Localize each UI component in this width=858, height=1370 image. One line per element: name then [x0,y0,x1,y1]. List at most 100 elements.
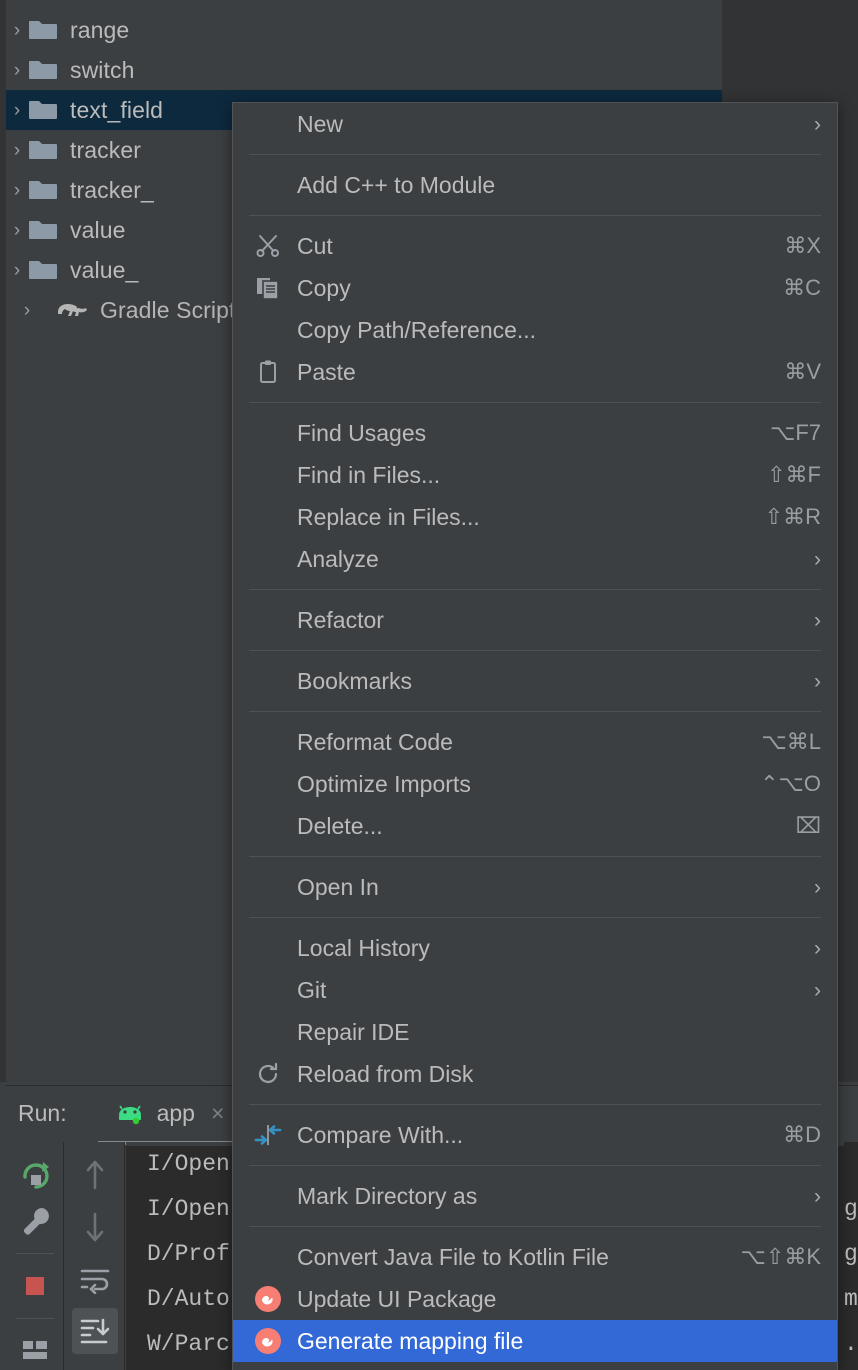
menu-item-bookmarks[interactable]: Bookmarks › [233,660,837,702]
tree-row-switch[interactable]: › switch [6,50,722,90]
menu-item-optimize-imports[interactable]: Optimize Imports ⌃⌥O [233,763,837,805]
console-line-fragment: g [844,1241,858,1267]
scroll-to-end-icon[interactable] [71,1308,118,1354]
menu-item-shortcut: ⌃⌥O [760,771,821,796]
menu-item-open-in[interactable]: Open In › [233,866,837,908]
menu-item-label: Find in Files... [297,461,441,488]
stop-button[interactable] [12,1266,58,1306]
submenu-arrow-icon: › [814,608,821,632]
menu-item-mark-directory-as[interactable]: Mark Directory as › [233,1175,837,1217]
arrow-down-icon[interactable] [72,1204,118,1250]
folder-icon [28,0,58,2]
menu-item-label: Reformat Code [297,728,453,755]
tree-label: range [70,16,130,43]
menu-item-add-cpp-to-module[interactable]: Add C++ to Module [233,164,837,206]
menu-item-label: Open In [297,873,379,900]
menu-separator [249,711,821,712]
layout-button[interactable] [12,1330,58,1370]
menu-item-shortcut: ⌘D [783,1122,821,1147]
menu-item-new[interactable]: New › [233,103,837,145]
chevron-right-icon[interactable]: › [6,221,28,240]
menu-item-git[interactable]: Git › [233,969,837,1011]
reload-icon [251,1057,285,1091]
submenu-arrow-icon: › [814,936,821,960]
ide-window: › › range › switch › text_field [0,0,858,1370]
menu-icon-placeholder [251,1179,285,1213]
menu-item-label: Repair IDE [297,1018,410,1045]
folder-icon [28,258,58,282]
menu-icon-placeholder [251,1015,285,1049]
run-toolbar-primary [6,1142,64,1370]
submenu-arrow-icon: › [814,1184,821,1208]
menu-icon-placeholder [251,168,285,202]
menu-item-label: Refactor [297,606,384,633]
menu-item-label: Compare With... [297,1121,464,1148]
plugin-icon [251,1324,285,1358]
chevron-right-icon[interactable]: › [6,21,28,40]
tree-label: Gradle Scripts [100,296,248,323]
menu-item-paste[interactable]: Paste ⌘V [233,351,837,393]
run-tab-app[interactable]: app × [113,1100,224,1127]
menu-separator [249,215,821,216]
menu-item-label: Update UI Package [297,1285,497,1312]
chevron-right-icon[interactable]: › [6,141,28,160]
menu-item-shortcut: ⌘C [783,275,821,300]
menu-item-label: New [297,110,344,137]
menu-item-copy[interactable]: Copy ⌘C [233,267,837,309]
chevron-right-icon[interactable]: › [6,101,28,120]
menu-icon-placeholder [251,313,285,347]
wrench-icon[interactable] [12,1202,58,1242]
submenu-arrow-icon: › [814,875,821,899]
menu-item-find-usages[interactable]: Find Usages ⌥F7 [233,412,837,454]
arrow-up-icon[interactable] [72,1152,118,1198]
menu-item-update-ui-package[interactable]: Update UI Package [233,1278,837,1320]
copy-icon [251,271,285,305]
menu-item-label: Add C++ to Module [297,171,496,198]
chevron-right-icon[interactable]: › [16,301,38,320]
menu-item-find-in-files[interactable]: Find in Files... ⇧⌘F [233,454,837,496]
menu-item-label: Convert Java File to Kotlin File [297,1243,609,1270]
rerun-button[interactable] [12,1154,58,1194]
menu-icon-placeholder [251,973,285,1007]
run-title: Run: [18,1100,67,1126]
menu-icon-placeholder [251,664,285,698]
menu-item-cut[interactable]: Cut ⌘X [233,225,837,267]
menu-item-reload-from-disk[interactable]: Reload from Disk [233,1053,837,1095]
chevron-right-icon[interactable]: › [6,181,28,200]
menu-item-generate-mapping-file[interactable]: Generate mapping file [233,1320,837,1362]
menu-item-copy-path-reference[interactable]: Copy Path/Reference... [233,309,837,351]
menu-icon-placeholder [251,603,285,637]
menu-item-convert-java-to-kotlin[interactable]: Convert Java File to Kotlin File ⌥⇧⌘K [233,1236,837,1278]
menu-item-delete[interactable]: Delete... ⌧ [233,805,837,847]
menu-separator [249,402,821,403]
console-line-fragment: .s [844,1331,858,1357]
run-toolbar-secondary [65,1142,125,1370]
folder-icon [28,98,58,122]
menu-item-refactor[interactable]: Refactor › [233,599,837,641]
submenu-arrow-icon: › [814,547,821,571]
chevron-right-icon[interactable]: › [6,61,28,80]
menu-icon-placeholder [251,767,285,801]
menu-item-shortcut: ⌥⌘L [761,729,821,754]
menu-icon-placeholder [251,870,285,904]
menu-item-replace-in-files[interactable]: Replace in Files... ⇧⌘R [233,496,837,538]
soft-wrap-icon[interactable] [72,1256,118,1302]
compare-icon [251,1118,285,1152]
menu-item-label: Mark Directory as [297,1182,478,1209]
close-icon[interactable]: × [211,1100,224,1127]
menu-item-shortcut: ⇧⌘F [767,462,821,487]
menu-icon-placeholder [251,107,285,141]
menu-item-repair-ide[interactable]: Repair IDE [233,1011,837,1053]
menu-item-label: Local History [297,934,430,961]
menu-item-label: Reload from Disk [297,1060,474,1087]
menu-item-reformat-code[interactable]: Reformat Code ⌥⌘L [233,721,837,763]
menu-item-local-history[interactable]: Local History › [233,927,837,969]
menu-item-label: Optimize Imports [297,770,471,797]
console-line-fragment: g [844,1196,858,1222]
menu-item-analyze[interactable]: Analyze › [233,538,837,580]
tree-row-partial[interactable]: › [6,0,722,10]
menu-item-compare-with[interactable]: Compare With... ⌘D [233,1114,837,1156]
tree-row-range[interactable]: › range [6,10,722,50]
chevron-right-icon[interactable]: › [6,261,28,280]
scissors-icon [251,229,285,263]
